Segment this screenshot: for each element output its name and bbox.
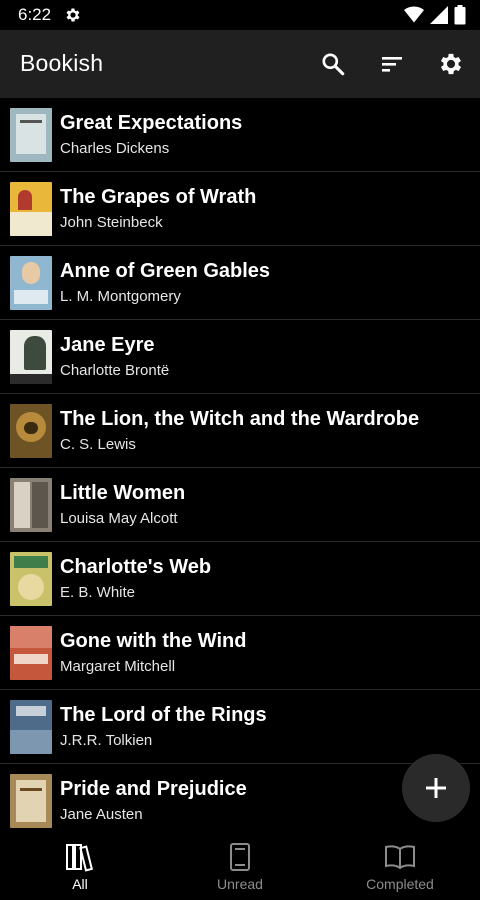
book-row[interactable]: The Lord of the Rings J.R.R. Tolkien — [0, 690, 480, 764]
add-book-button[interactable] — [402, 754, 470, 822]
wifi-icon — [404, 6, 424, 23]
book-row[interactable]: Great Expectations Charles Dickens — [0, 98, 480, 172]
book-author: Louisa May Alcott — [60, 510, 178, 527]
book-author: John Steinbeck — [60, 214, 163, 231]
nav-completed[interactable]: Completed — [320, 830, 480, 900]
book-list[interactable]: Great Expectations Charles Dickens The G… — [0, 98, 480, 830]
book-cover — [10, 552, 52, 606]
book-author: E. B. White — [60, 584, 136, 601]
book-author: Charlotte Brontë — [60, 362, 170, 379]
search-icon — [322, 53, 345, 76]
book-cover — [10, 330, 52, 384]
book-title: The Grapes of Wrath — [60, 186, 257, 208]
status-time: 6:22 — [18, 5, 52, 24]
plus-icon — [426, 778, 446, 798]
settings-icon — [440, 53, 462, 75]
book-row[interactable]: Jane Eyre Charlotte Brontë — [0, 320, 480, 394]
book-title: Anne of Green Gables — [60, 260, 271, 282]
book-author: Margaret Mitchell — [60, 658, 176, 675]
book-title: The Lion, the Witch and the Wardrobe — [60, 408, 420, 430]
status-icons — [404, 5, 466, 25]
nav-label-unread: Unread — [217, 876, 263, 892]
books-icon — [66, 844, 94, 872]
status-bar: 6:22 — [0, 0, 480, 30]
settings-notification-icon — [66, 8, 80, 22]
book-title: Jane Eyre — [60, 334, 155, 356]
book-author: J.R.R. Tolkien — [60, 732, 153, 749]
settings-button[interactable] — [435, 48, 467, 80]
app-bar: Bookish — [0, 30, 480, 98]
book-author: L. M. Montgomery — [60, 288, 181, 305]
book-cover — [10, 256, 52, 310]
nav-all[interactable]: All — [0, 830, 160, 900]
book-author: C. S. Lewis — [60, 436, 136, 453]
sort-icon — [382, 57, 402, 72]
book-author: Jane Austen — [60, 806, 143, 823]
book-title: Little Women — [60, 482, 186, 504]
battery-icon — [454, 5, 466, 25]
book-row[interactable]: Gone with the Wind Margaret Mitchell — [0, 616, 480, 690]
nav-unread[interactable]: Unread — [160, 830, 320, 900]
book-title: Gone with the Wind — [60, 630, 247, 652]
book-row[interactable]: The Lion, the Witch and the Wardrobe C. … — [0, 394, 480, 468]
book-cover — [10, 182, 52, 236]
book-cover — [10, 108, 52, 162]
book-cover — [10, 478, 52, 532]
nav-label-all: All — [72, 876, 88, 892]
book-author: Charles Dickens — [60, 140, 170, 157]
search-button[interactable] — [317, 48, 349, 80]
book-title: The Lord of the Rings — [60, 704, 267, 726]
book-cover — [10, 626, 52, 680]
sort-button[interactable] — [376, 48, 408, 80]
book-title: Great Expectations — [60, 112, 243, 134]
nav-label-completed: Completed — [366, 876, 434, 892]
app-title: Bookish — [20, 50, 104, 76]
open-book-icon — [385, 845, 415, 870]
book-row[interactable]: The Grapes of Wrath John Steinbeck — [0, 172, 480, 246]
book-title: Pride and Prejudice — [60, 778, 247, 800]
book-row[interactable]: Little Women Louisa May Alcott — [0, 468, 480, 542]
book-cover — [10, 404, 52, 458]
closed-book-icon — [230, 843, 250, 871]
book-cover — [10, 700, 52, 754]
book-title: Charlotte's Web — [60, 556, 212, 578]
bottom-navigation: All Unread Completed — [0, 830, 480, 900]
cell-signal-icon — [430, 6, 448, 24]
book-row[interactable]: Anne of Green Gables L. M. Montgomery — [0, 246, 480, 320]
book-row[interactable]: Charlotte's Web E. B. White — [0, 542, 480, 616]
book-cover — [10, 774, 52, 828]
